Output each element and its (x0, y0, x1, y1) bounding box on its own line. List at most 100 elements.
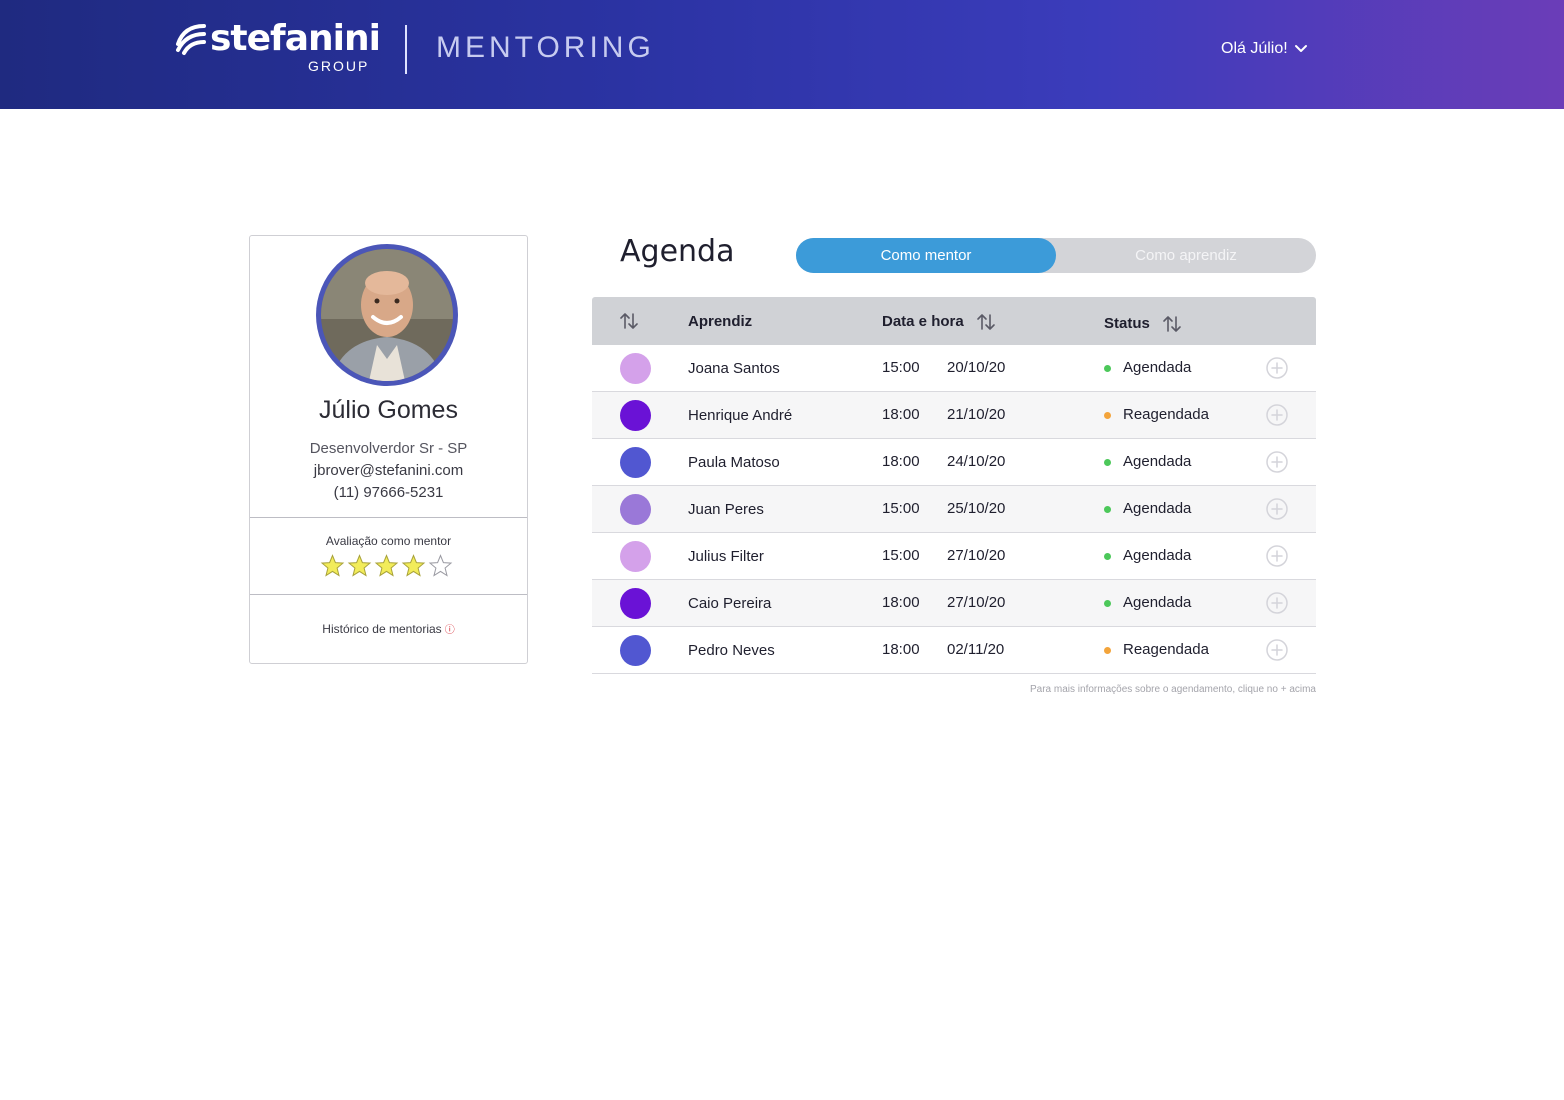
column-header-status[interactable]: Status (1104, 315, 1182, 333)
sort-icon[interactable] (976, 313, 996, 331)
profile-name: Júlio Gomes (319, 396, 458, 424)
session-date: 27/10/20 (947, 547, 1006, 564)
column-header-label: Data e hora (882, 313, 964, 330)
add-details-icon[interactable] (1266, 451, 1288, 473)
learner-name: Henrique André (688, 407, 793, 424)
learner-avatar (620, 494, 651, 525)
add-details-icon[interactable] (1266, 404, 1288, 426)
history-link[interactable]: Histórico de mentorias ⓘ (250, 621, 527, 636)
add-details-icon[interactable] (1266, 592, 1288, 614)
app-name: MENTORING (436, 31, 655, 64)
status-label: Agendada (1123, 500, 1192, 517)
history-label: Histórico de mentorias (322, 622, 442, 636)
session-time: 18:00 (882, 594, 920, 611)
session-time: 15:00 (882, 359, 920, 376)
header-divider (405, 25, 407, 74)
session-date: 21/10/20 (947, 406, 1006, 423)
session-time: 15:00 (882, 500, 920, 517)
learner-avatar (620, 353, 651, 384)
star-filled-icon (401, 554, 426, 577)
learner-name: Pedro Neves (688, 642, 775, 659)
session-date: 27/10/20 (947, 594, 1006, 611)
profile-role: Desenvolverdor Sr - SP (309, 440, 468, 457)
tab-como-aprendiz[interactable]: Como aprendiz (1056, 238, 1316, 273)
learner-name: Paula Matoso (688, 454, 780, 471)
status-dot (1104, 553, 1111, 560)
status-dot (1104, 459, 1111, 466)
agenda-table: Aprendiz Data e hora Status Joana Santos… (592, 297, 1316, 674)
status-dot (1104, 647, 1111, 654)
session-time: 18:00 (882, 406, 920, 423)
card-divider (250, 594, 527, 595)
learner-name: Juan Peres (688, 501, 764, 518)
add-details-icon[interactable] (1266, 639, 1288, 661)
avatar (316, 244, 458, 386)
status-label: Agendada (1123, 547, 1192, 564)
chevron-down-icon (1294, 45, 1307, 52)
add-details-icon[interactable] (1266, 357, 1288, 379)
table-row: Caio Pereira 18:00 27/10/20 Agendada (592, 580, 1316, 627)
table-row: Joana Santos 15:00 20/10/20 Agendada (592, 345, 1316, 392)
session-date: 20/10/20 (947, 359, 1006, 376)
star-filled-icon (374, 554, 399, 577)
learner-avatar (620, 635, 651, 666)
logo-subtitle: GROUP (308, 58, 370, 74)
table-row: Juan Peres 15:00 25/10/20 Agendada (592, 486, 1316, 533)
add-details-icon[interactable] (1266, 545, 1288, 567)
profile-email: jbrover@stefanini.com (313, 462, 464, 479)
profile-card: Júlio Gomes Desenvolverdor Sr - SP jbrov… (249, 235, 528, 664)
column-header-label: Status (1104, 315, 1150, 332)
table-header: Aprendiz Data e hora Status (592, 297, 1316, 345)
learner-name: Caio Pereira (688, 595, 772, 612)
agenda-title: Agenda (620, 234, 735, 269)
stefanini-logo-mark-icon (176, 24, 206, 55)
status-label: Reagendada (1123, 406, 1209, 423)
table-row: Pedro Neves 18:00 02/11/20 Reagendada (592, 627, 1316, 674)
session-date: 24/10/20 (947, 453, 1006, 470)
tab-como-mentor[interactable]: Como mentor (796, 238, 1056, 273)
learner-avatar (620, 541, 651, 572)
logo-wordmark: stefanini (210, 18, 381, 59)
star-empty-icon (428, 554, 453, 577)
status-dot (1104, 600, 1111, 607)
session-time: 15:00 (882, 547, 920, 564)
session-time: 18:00 (882, 453, 920, 470)
rating-stars (320, 554, 453, 578)
alert-icon: ⓘ (444, 625, 455, 636)
sort-icon[interactable] (1162, 315, 1182, 333)
learner-avatar (620, 400, 651, 431)
user-greeting: Olá Júlio! (1221, 40, 1288, 57)
learner-avatar (620, 447, 651, 478)
add-details-icon[interactable] (1266, 498, 1288, 520)
status-label: Reagendada (1123, 641, 1209, 658)
role-toggle: Como mentor Como aprendiz (796, 238, 1316, 273)
top-header: stefanini GROUP MENTORING Olá Júlio! (0, 0, 1564, 109)
session-time: 18:00 (882, 641, 920, 658)
session-date: 25/10/20 (947, 500, 1006, 517)
status-dot (1104, 506, 1111, 513)
table-row: Julius Filter 15:00 27/10/20 Agendada (592, 533, 1316, 580)
star-filled-icon (347, 554, 372, 577)
table-body: Joana Santos 15:00 20/10/20 Agendada Henriqu… (592, 345, 1316, 674)
table-row: Henrique André 18:00 21/10/20 Reagendada (592, 392, 1316, 439)
stefanini-logo[interactable]: stefanini GROUP (174, 18, 381, 76)
column-header-data-hora[interactable]: Data e hora (882, 313, 996, 331)
status-dot (1104, 412, 1111, 419)
user-menu[interactable]: Olá Júlio! (1221, 40, 1308, 58)
star-filled-icon (320, 554, 345, 577)
learner-name: Julius Filter (688, 548, 764, 565)
table-footnote: Para mais informações sobre o agendament… (1030, 684, 1316, 695)
table-row: Paula Matoso 18:00 24/10/20 Agendada (592, 439, 1316, 486)
status-label: Agendada (1123, 359, 1192, 376)
status-label: Agendada (1123, 594, 1192, 611)
session-date: 02/11/20 (947, 641, 1005, 658)
card-divider (250, 517, 527, 518)
rating-label: Avaliação como mentor (325, 534, 452, 548)
column-header-aprendiz[interactable]: Aprendiz (688, 313, 752, 330)
learner-name: Joana Santos (688, 360, 780, 377)
profile-phone: (11) 97666-5231 (333, 484, 444, 501)
status-dot (1104, 365, 1111, 372)
learner-avatar (620, 588, 651, 619)
status-label: Agendada (1123, 453, 1192, 470)
sort-icon[interactable] (619, 312, 639, 330)
